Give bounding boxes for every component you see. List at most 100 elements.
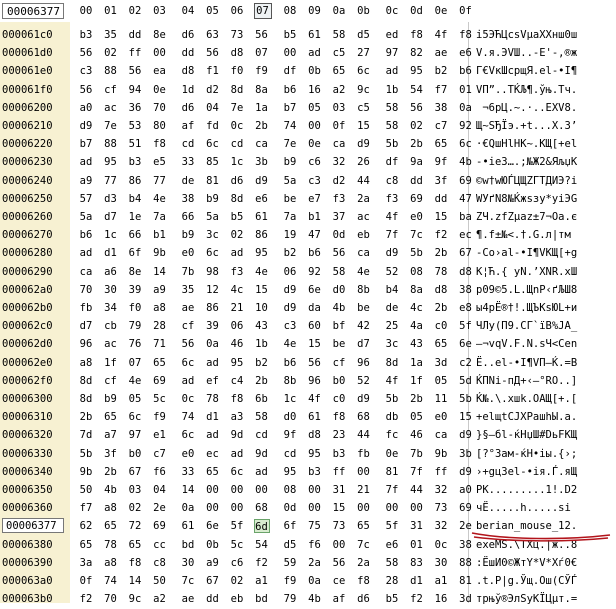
hex-byte-cell[interactable]: 00 <box>384 499 400 518</box>
hex-byte-cell[interactable]: 7d <box>78 426 94 445</box>
hex-byte-cell[interactable]: 69 <box>458 172 474 191</box>
hex-byte-cell[interactable]: 52 <box>356 372 372 391</box>
hex-byte-cell[interactable]: 75 <box>307 517 323 536</box>
hex-byte-cell[interactable]: 59 <box>282 554 298 573</box>
hex-byte-cell[interactable]: 51 <box>127 135 143 154</box>
hex-byte-cell[interactable]: cd <box>282 445 298 464</box>
hex-byte-cell[interactable]: 28 <box>152 317 168 336</box>
hex-byte-cell[interactable]: 6b <box>254 390 270 409</box>
ascii-text[interactable]: трњў®ЭлЅyKЇЦµт.= <box>476 590 616 609</box>
hex-byte-cell[interactable]: b1 <box>152 226 168 245</box>
hex-byte-cell[interactable]: 32 <box>331 153 347 172</box>
hex-byte-cell[interactable]: 4f <box>384 208 400 227</box>
ascii-text[interactable]: ¬6pЦ.~.·..ЕXV8. <box>476 99 616 118</box>
hex-byte-cell[interactable]: 0a <box>307 572 323 591</box>
ascii-text[interactable]: ·€QшНlНК~.КЩ[+el <box>476 135 616 154</box>
hex-byte-cell[interactable]: a8 <box>103 499 119 518</box>
hex-byte-cell[interactable]: 65 <box>152 354 168 373</box>
hex-byte-cell[interactable]: 10 <box>254 299 270 318</box>
hex-byte-cell[interactable]: 3b <box>458 445 474 464</box>
ascii-text[interactable]: .t.P|g.Ўщ.Ош(СЎЃ <box>476 572 616 591</box>
hex-byte-cell[interactable]: 56 <box>127 62 143 81</box>
hex-byte-cell[interactable]: ef <box>205 372 221 391</box>
hex-byte-cell[interactable]: 8d <box>229 190 245 209</box>
hex-byte-cell[interactable]: 4e <box>127 372 143 391</box>
hex-byte-cell[interactable]: ff <box>127 44 143 63</box>
hex-byte-cell[interactable]: be <box>356 299 372 318</box>
hex-byte-cell[interactable]: db <box>384 408 400 427</box>
hex-byte-cell[interactable]: 81 <box>384 463 400 482</box>
hex-byte-cell[interactable]: 6c <box>205 244 221 263</box>
hex-byte-cell[interactable]: 02 <box>229 572 245 591</box>
hex-byte-cell[interactable]: ec <box>205 445 221 464</box>
hex-byte-cell[interactable]: 6e <box>205 517 221 536</box>
hex-byte-cell[interactable]: 1b <box>254 335 270 354</box>
hex-byte-cell[interactable]: 68 <box>356 408 372 427</box>
hex-byte-cell[interactable]: f8 <box>127 554 143 573</box>
hex-byte-cell[interactable]: ac <box>103 335 119 354</box>
hex-byte-cell[interactable]: d7 <box>103 208 119 227</box>
hex-byte-cell[interactable]: 4c <box>229 281 245 300</box>
hex-byte-cell[interactable]: 60 <box>307 317 323 336</box>
hex-byte-cell[interactable]: 6f <box>282 517 298 536</box>
hex-byte-cell[interactable]: 74 <box>103 572 119 591</box>
hex-byte-cell[interactable]: a6 <box>103 263 119 282</box>
hex-byte-cell[interactable]: 1c <box>282 390 298 409</box>
hex-byte-cell[interactable]: ad <box>254 463 270 482</box>
hex-byte-cell[interactable]: 86 <box>254 226 270 245</box>
hex-byte-cell[interactable]: c3 <box>307 172 323 191</box>
hex-byte-cell[interactable]: e0 <box>180 445 196 464</box>
hex-byte-cell[interactable]: df <box>384 153 400 172</box>
hex-byte-cell[interactable]: 00 <box>229 499 245 518</box>
ascii-text[interactable]: Ё..el-•І¶VП–Ќ.=В <box>476 354 616 373</box>
hex-byte-cell[interactable]: 71 <box>152 335 168 354</box>
hex-byte-cell[interactable]: be <box>331 335 347 354</box>
ascii-text[interactable]: :ЁшИ0©ЖтY*V*Xѓ0€ <box>476 554 616 573</box>
hex-byte-cell[interactable]: eb <box>356 226 372 245</box>
hex-byte-cell[interactable]: 85 <box>205 153 221 172</box>
hex-byte-cell[interactable]: a9 <box>78 172 94 191</box>
hex-byte-cell[interactable]: 0d <box>331 226 347 245</box>
hex-byte-cell[interactable]: ce <box>331 572 347 591</box>
hex-byte-cell[interactable]: 23 <box>331 426 347 445</box>
hex-byte-cell[interactable]: a8 <box>152 299 168 318</box>
hex-byte-cell[interactable]: 9a <box>409 153 425 172</box>
hex-byte-cell[interactable]: 03 <box>127 481 143 500</box>
hex-byte-cell[interactable]: 61 <box>254 208 270 227</box>
hex-byte-cell[interactable]: b5 <box>384 590 400 609</box>
hex-byte-cell[interactable]: b7 <box>78 135 94 154</box>
hex-byte-cell[interactable]: 73 <box>331 517 347 536</box>
hex-byte-cell[interactable]: f3 <box>229 263 245 282</box>
hex-byte-cell[interactable]: 97 <box>384 44 400 63</box>
hex-byte-cell[interactable]: f9 <box>282 572 298 591</box>
hex-byte-cell[interactable]: d9 <box>282 299 298 318</box>
hex-byte-cell[interactable]: c6 <box>229 554 245 573</box>
hex-byte-cell[interactable]: 02 <box>229 226 245 245</box>
hex-byte-cell[interactable]: 03 <box>331 99 347 118</box>
hex-byte-cell[interactable]: 11 <box>433 390 449 409</box>
hex-byte-cell[interactable]: ad <box>205 426 221 445</box>
hex-byte-cell[interactable]: 7b <box>180 263 196 282</box>
hex-byte-cell[interactable]: 4e <box>356 263 372 282</box>
hex-byte-cell[interactable]: 0c <box>180 390 196 409</box>
hex-byte-cell[interactable]: cf <box>180 317 196 336</box>
ascii-text[interactable]: ZЧ.zfZµaz±7¬Oа.є <box>476 208 616 227</box>
ascii-text[interactable]: К¦Ћ.{ уN.’XNR.xШ <box>476 263 616 282</box>
hex-byte-cell[interactable]: 0c <box>433 536 449 555</box>
hex-byte-cell[interactable]: 4b <box>103 481 119 500</box>
hex-byte-cell[interactable]: ad <box>307 44 323 63</box>
hex-byte-cell[interactable]: d8 <box>307 426 323 445</box>
hex-byte-cell[interactable]: d6 <box>180 26 196 45</box>
hex-byte-cell[interactable]: 1d <box>180 81 196 100</box>
hex-byte-cell[interactable]: 02 <box>127 499 143 518</box>
hex-byte-cell[interactable]: 6c <box>180 354 196 373</box>
hex-byte-cell[interactable]: 8d <box>384 354 400 373</box>
hex-byte-cell[interactable]: 69 <box>152 517 168 536</box>
hex-byte-cell[interactable]: b6 <box>282 81 298 100</box>
hex-byte-cell[interactable]: fd <box>205 117 221 136</box>
hex-byte-cell[interactable]: 2b <box>254 117 270 136</box>
ascii-text[interactable]: ›+gц3el-•ія.Ѓ.яЩ <box>476 463 616 482</box>
hex-byte-cell[interactable]: 95 <box>409 62 425 81</box>
hex-byte-cell[interactable]: f0 <box>127 299 143 318</box>
hex-byte-cell[interactable]: b3 <box>78 26 94 45</box>
